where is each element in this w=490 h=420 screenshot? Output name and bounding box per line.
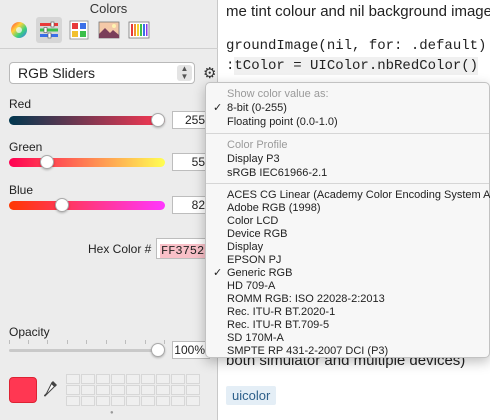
code-line-2: :tColor = UIColor.nbRedColor(): [226, 57, 479, 75]
resize-grip-icon[interactable]: ●: [110, 410, 114, 416]
current-color-swatch[interactable]: [9, 377, 37, 403]
document-heading: me tint colour and nil background image: [226, 3, 490, 20]
slider-mode-label: RGB Sliders: [18, 65, 96, 81]
color-options-menu: Show color value as: ✓ 8-bit (0-255) Flo…: [205, 82, 490, 358]
crayons-icon[interactable]: [126, 17, 152, 43]
menu-item-hd-709a[interactable]: HD 709-A: [227, 280, 275, 292]
menu-item-floating-point[interactable]: Floating point (0.0-1.0): [227, 116, 338, 128]
menu-item-sd-170m[interactable]: SD 170M-A: [227, 332, 284, 344]
red-label: Red: [9, 97, 32, 111]
image-palette-icon[interactable]: [96, 17, 122, 43]
blue-label: Blue: [9, 183, 34, 197]
slider-mode-select[interactable]: RGB Sliders ▲ ▼: [9, 62, 195, 84]
menu-item-generic-rgb[interactable]: Generic RGB: [227, 267, 292, 279]
menu-separator: [206, 183, 489, 184]
menu-item-smpte-dci-p3[interactable]: SMPTE RP 431-2-2007 DCI (P3): [227, 345, 388, 357]
chevron-updown-icon: ▲ ▼: [177, 65, 192, 81]
menu-header-color-profile: Color Profile: [227, 139, 288, 151]
hex-color-value: FF3752: [160, 244, 206, 258]
green-slider-knob[interactable]: [39, 155, 54, 169]
opacity-label: Opacity: [9, 325, 50, 339]
menu-item-display-p3[interactable]: Display P3: [227, 153, 280, 165]
red-slider-knob[interactable]: [151, 113, 165, 127]
color-mode-toolbar: [6, 17, 152, 43]
green-label: Green: [9, 140, 43, 154]
panel-title: Colors: [89, 1, 128, 16]
opacity-slider-knob[interactable]: [151, 343, 165, 357]
menu-item-epson-pj[interactable]: EPSON PJ: [227, 254, 281, 266]
green-slider-track[interactable]: [9, 158, 165, 167]
eyedropper-icon[interactable]: [43, 380, 58, 403]
menu-item-romm-rgb[interactable]: ROMM RGB: ISO 22028-2:2013: [227, 293, 385, 305]
checkmark-icon: ✓: [213, 267, 223, 279]
color-wheel-icon[interactable]: [6, 17, 32, 43]
menu-item-color-lcd[interactable]: Color LCD: [227, 215, 278, 227]
tag-uicolor[interactable]: uicolor: [226, 386, 277, 405]
blue-slider-track[interactable]: [9, 201, 165, 210]
menu-header-value-format: Show color value as:: [227, 88, 329, 100]
hex-color-label: Hex Color #: [88, 242, 152, 256]
checkmark-icon: ✓: [213, 102, 223, 114]
menu-item-8bit[interactable]: 8-bit (0-255): [227, 102, 287, 114]
opacity-slider-track[interactable]: [9, 349, 165, 352]
menu-item-device-rgb[interactable]: Device RGB: [227, 228, 288, 240]
toolbar-divider: [0, 48, 218, 49]
blue-slider-knob[interactable]: [54, 198, 69, 212]
opacity-ticks: [9, 340, 165, 344]
palettes-icon[interactable]: [66, 17, 92, 43]
gear-icon[interactable]: ⚙: [203, 64, 216, 82]
menu-item-display[interactable]: Display: [227, 241, 263, 253]
sliders-icon[interactable]: [36, 17, 62, 43]
menu-item-bt709[interactable]: Rec. ITU-R BT.709-5: [227, 319, 329, 331]
menu-item-bt2020[interactable]: Rec. ITU-R BT.2020-1: [227, 306, 335, 318]
menu-item-adobe-rgb[interactable]: Adobe RGB (1998): [227, 202, 321, 214]
menu-separator: [206, 133, 489, 134]
menu-item-srgb[interactable]: sRGB IEC61966-2.1: [227, 167, 327, 179]
code-line-1: groundImage(nil, for: .default): [226, 38, 487, 54]
color-swatch-grid[interactable]: [66, 374, 200, 406]
red-slider-track[interactable]: [9, 116, 165, 125]
colors-panel: Colors RGB Sliders ▲ ▼ ⚙ Red 255 Green 55…: [0, 0, 218, 420]
menu-item-aces-cg[interactable]: ACES CG Linear (Academy Color Encoding S…: [227, 189, 490, 201]
